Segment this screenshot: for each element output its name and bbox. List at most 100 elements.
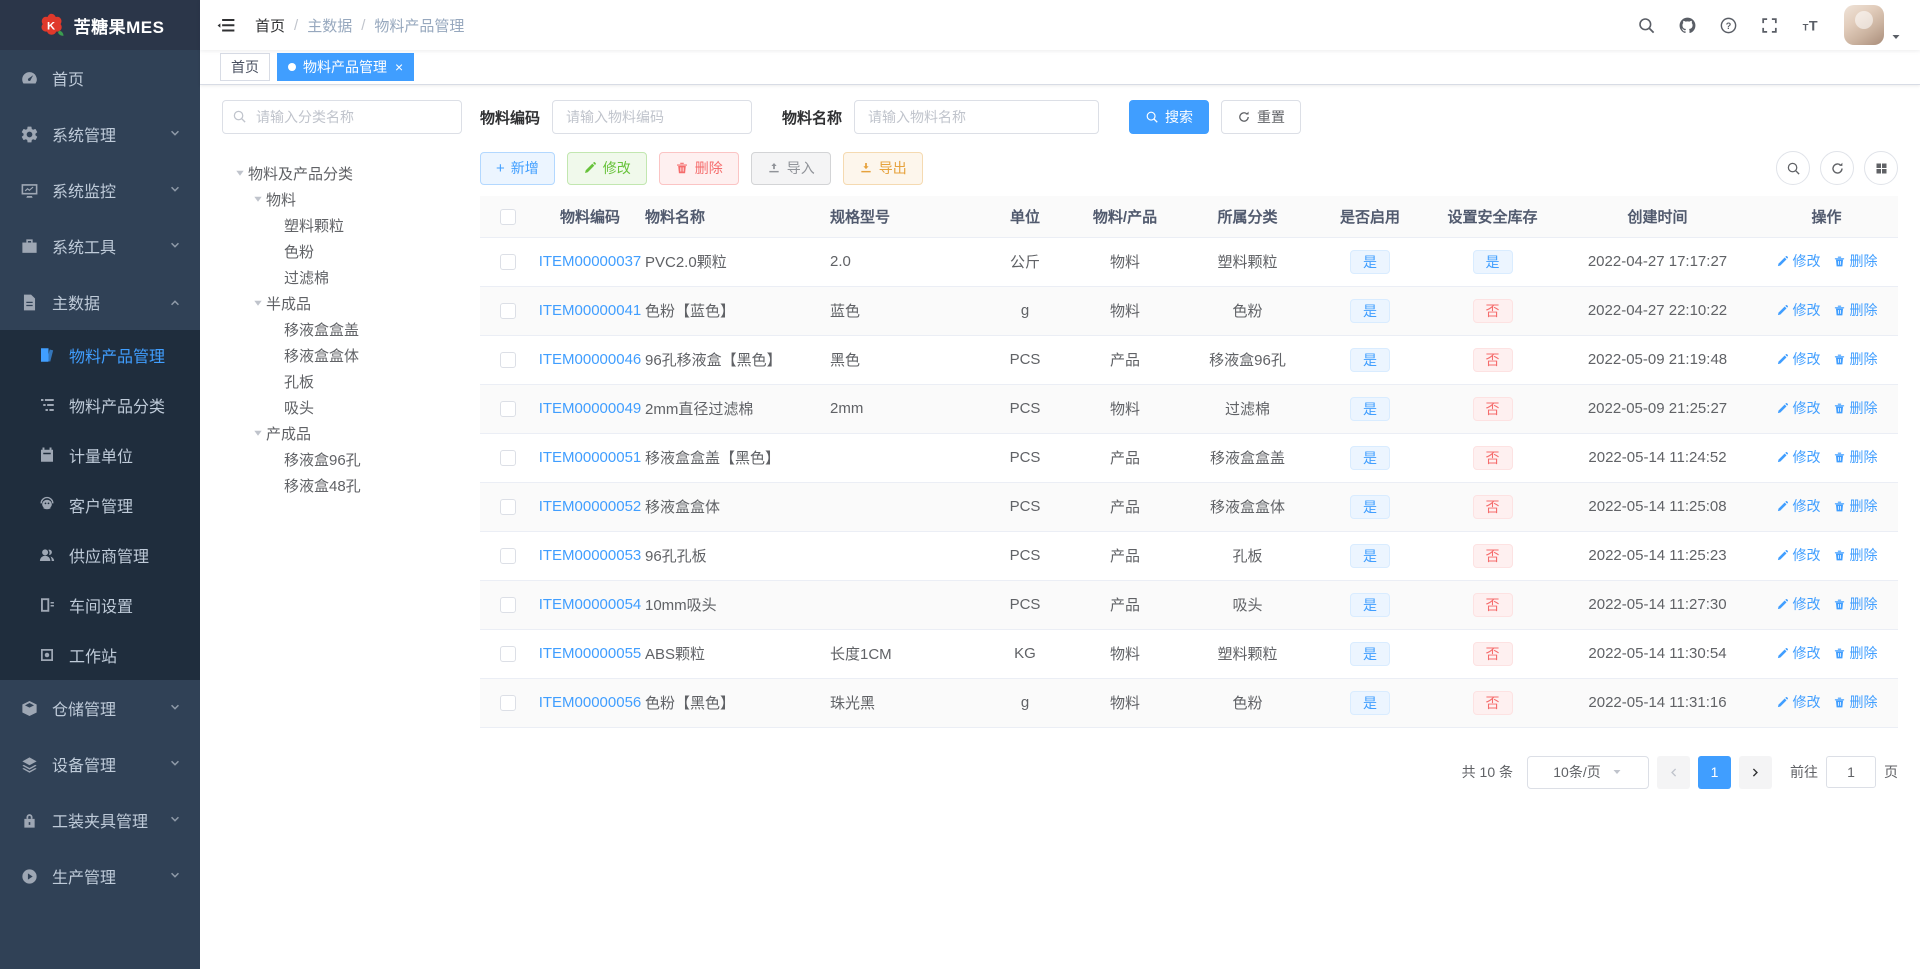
tree-node[interactable]: 孔板: [222, 368, 462, 394]
row-checkbox[interactable]: [499, 401, 516, 418]
row-delete-link[interactable]: 删除: [1833, 692, 1878, 712]
page-size-select[interactable]: 10条/页: [1527, 755, 1649, 789]
prev-page-button[interactable]: [1657, 755, 1690, 789]
tree-expand-caret-icon[interactable]: [250, 298, 266, 309]
row-edit-link[interactable]: 修改: [1776, 496, 1821, 516]
breadcrumb-home[interactable]: 首页: [255, 15, 285, 36]
tree-node[interactable]: 移液盒48孔: [222, 472, 462, 498]
sidebar-item-material-product-mgmt[interactable]: 物料产品管理: [0, 330, 200, 380]
sidebar-item-workshop-settings[interactable]: 车间设置: [0, 580, 200, 630]
tree-node[interactable]: 半成品: [222, 290, 462, 316]
tree-node[interactable]: 塑料颗粒: [222, 212, 462, 238]
tree-node[interactable]: 物料: [222, 186, 462, 212]
row-delete-link[interactable]: 删除: [1833, 398, 1878, 418]
columns-button[interactable]: [1864, 151, 1898, 185]
tree-node[interactable]: 吸头: [222, 394, 462, 420]
material-code-link[interactable]: ITEM00000053: [539, 547, 642, 564]
reset-button[interactable]: 重置: [1221, 100, 1302, 134]
row-edit-link[interactable]: 修改: [1776, 349, 1821, 369]
material-code-input[interactable]: [552, 100, 753, 134]
sidebar-item-supplier-mgmt[interactable]: 供应商管理: [0, 530, 200, 580]
row-delete-link[interactable]: 删除: [1833, 447, 1878, 467]
sidebar-item-system-mgmt[interactable]: 系统管理: [0, 106, 200, 162]
sidebar-item-equipment-mgmt[interactable]: 设备管理: [0, 736, 200, 792]
tree-node[interactable]: 色粉: [222, 238, 462, 264]
show-search-button[interactable]: [1776, 151, 1810, 185]
tree-node[interactable]: 移液盒盒体: [222, 342, 462, 368]
tree-node[interactable]: 产成品: [222, 420, 462, 446]
row-edit-link[interactable]: 修改: [1776, 447, 1821, 467]
sidebar-item-warehouse-mgmt[interactable]: 仓储管理: [0, 680, 200, 736]
help-icon[interactable]: ?: [1719, 16, 1738, 35]
page-1-button[interactable]: 1: [1698, 755, 1731, 789]
sidebar-item-fixture-mgmt[interactable]: 工装夹具管理: [0, 792, 200, 848]
row-edit-link[interactable]: 修改: [1776, 692, 1821, 712]
row-checkbox[interactable]: [499, 597, 516, 614]
row-checkbox[interactable]: [499, 254, 516, 271]
row-checkbox[interactable]: [499, 695, 516, 712]
import-button[interactable]: 导入: [750, 151, 831, 185]
app-logo[interactable]: K 苦糖果MES: [0, 0, 200, 50]
row-delete-link[interactable]: 删除: [1833, 643, 1878, 663]
next-page-button[interactable]: [1739, 755, 1772, 789]
row-delete-link[interactable]: 删除: [1833, 594, 1878, 614]
sidebar-item-customer-mgmt[interactable]: 客户管理: [0, 480, 200, 530]
material-code-link[interactable]: ITEM00000056: [539, 694, 642, 711]
row-edit-link[interactable]: 修改: [1776, 594, 1821, 614]
row-checkbox[interactable]: [499, 499, 516, 516]
row-edit-link[interactable]: 修改: [1776, 251, 1821, 271]
row-checkbox[interactable]: [499, 352, 516, 369]
font-size-icon[interactable]: TT: [1801, 16, 1820, 35]
add-button[interactable]: + 新增: [480, 151, 555, 185]
tree-expand-caret-icon[interactable]: [232, 168, 248, 179]
hamburger-icon[interactable]: [216, 15, 237, 36]
row-edit-link[interactable]: 修改: [1776, 398, 1821, 418]
tag-close-icon[interactable]: ×: [395, 60, 403, 74]
github-icon[interactable]: [1678, 16, 1697, 35]
tree-node[interactable]: 移液盒盒盖: [222, 316, 462, 342]
tree-expand-caret-icon[interactable]: [250, 428, 266, 439]
tree-node[interactable]: 过滤棉: [222, 264, 462, 290]
material-code-link[interactable]: ITEM00000037: [539, 253, 642, 270]
select-all-checkbox[interactable]: [499, 208, 516, 225]
row-checkbox[interactable]: [499, 548, 516, 565]
category-search-input[interactable]: [222, 100, 462, 134]
row-delete-link[interactable]: 删除: [1833, 545, 1878, 565]
user-avatar[interactable]: [1844, 5, 1884, 45]
row-delete-link[interactable]: 删除: [1833, 349, 1878, 369]
delete-button[interactable]: 删除: [658, 151, 739, 185]
search-button[interactable]: 搜索: [1129, 100, 1210, 134]
sidebar-item-material-product-category[interactable]: 物料产品分类: [0, 380, 200, 430]
row-delete-link[interactable]: 删除: [1833, 300, 1878, 320]
sidebar-item-home[interactable]: 首页: [0, 50, 200, 106]
row-edit-link[interactable]: 修改: [1776, 545, 1821, 565]
tree-expand-caret-icon[interactable]: [250, 194, 266, 205]
tag-home[interactable]: 首页: [220, 53, 270, 81]
row-delete-link[interactable]: 删除: [1833, 496, 1878, 516]
tag-material-product-mgmt[interactable]: 物料产品管理 ×: [277, 53, 415, 81]
material-code-link[interactable]: ITEM00000049: [539, 400, 642, 417]
row-checkbox[interactable]: [499, 646, 516, 663]
material-code-link[interactable]: ITEM00000054: [539, 596, 642, 613]
sidebar-item-master-data[interactable]: 主数据: [0, 274, 200, 330]
row-checkbox[interactable]: [499, 303, 516, 320]
sidebar-item-system-monitor[interactable]: 系统监控: [0, 162, 200, 218]
row-edit-link[interactable]: 修改: [1776, 643, 1821, 663]
goto-page-input[interactable]: [1826, 756, 1876, 788]
export-button[interactable]: 导出: [842, 151, 923, 185]
row-delete-link[interactable]: 删除: [1833, 251, 1878, 271]
edit-button[interactable]: 修改: [566, 151, 647, 185]
row-edit-link[interactable]: 修改: [1776, 300, 1821, 320]
row-checkbox[interactable]: [499, 450, 516, 467]
tree-node[interactable]: 物料及产品分类: [222, 160, 462, 186]
material-code-link[interactable]: ITEM00000046: [539, 351, 642, 368]
sidebar-item-production-mgmt[interactable]: 生产管理: [0, 848, 200, 904]
sidebar-item-measure-unit[interactable]: 计量单位: [0, 430, 200, 480]
user-menu[interactable]: [1844, 5, 1902, 45]
search-icon[interactable]: [1637, 16, 1656, 35]
material-name-input[interactable]: [854, 100, 1100, 134]
sidebar-item-workstation[interactable]: 工作站: [0, 630, 200, 680]
sidebar-item-system-tools[interactable]: 系统工具: [0, 218, 200, 274]
tree-node[interactable]: 移液盒96孔: [222, 446, 462, 472]
material-code-link[interactable]: ITEM00000055: [539, 645, 642, 662]
